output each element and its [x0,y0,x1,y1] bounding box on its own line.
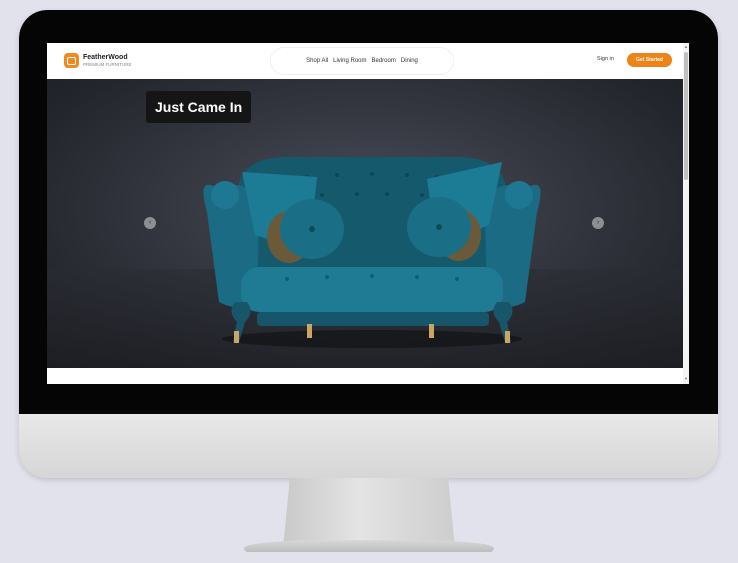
brand-tagline: PREMIUM FURNITURE [83,62,132,67]
hero-tag-label: Just Came In [146,91,252,123]
carousel-prev-button[interactable]: ‹ [144,217,156,229]
scroll-up-icon[interactable]: ▲ [684,44,688,49]
monitor-chin [19,414,718,478]
brand[interactable]: FeatherWood PREMIUM FURNITURE [83,53,132,68]
logo-icon[interactable] [64,53,79,68]
brand-name: FeatherWood [83,54,128,61]
carousel-next-button[interactable]: › [592,217,604,229]
nav-link-dining[interactable]: Dining [401,58,418,64]
nav-link-shop-all[interactable]: Shop All [306,58,328,64]
scroll-down-icon[interactable]: ▼ [684,376,688,381]
hero-carousel: Just Came In ‹ › [47,79,683,368]
scrollbar-thumb[interactable] [684,52,688,180]
browser-viewport: FeatherWood PREMIUM FURNITURE Shop All L… [47,43,689,384]
sign-in-link[interactable]: Sign in [597,56,614,62]
content-area [47,368,683,384]
nav-link-living-room[interactable]: Living Room [333,58,366,64]
site-header: FeatherWood PREMIUM FURNITURE Shop All L… [47,43,683,79]
monitor-stand-base [244,540,494,552]
monitor-stand [283,478,455,548]
sofa-image [203,157,541,348]
get-started-button[interactable]: Get Started [627,53,672,67]
main-nav: Shop All Living Room Bedroom Dining [270,47,454,75]
nav-link-bedroom[interactable]: Bedroom [372,58,396,64]
